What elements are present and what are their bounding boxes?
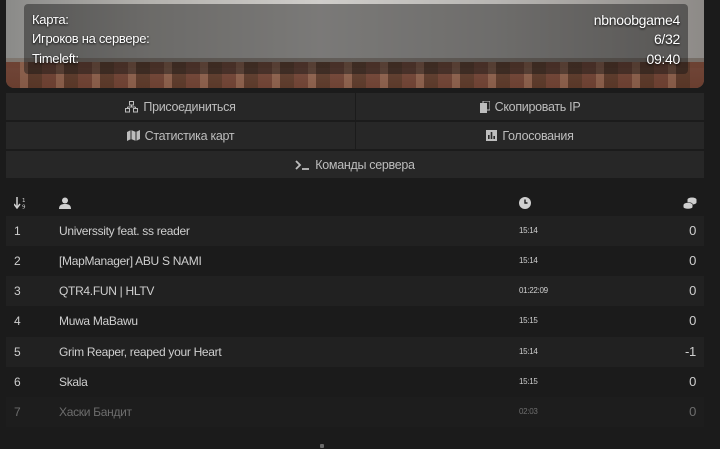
copy-ip-label: Скопировать IP bbox=[494, 99, 581, 114]
player-time: 02:03 bbox=[519, 407, 538, 416]
timeleft-row: Timeleft: 09:40 bbox=[32, 49, 680, 68]
svg-text:9: 9 bbox=[22, 205, 26, 210]
table-row[interactable]: 2 [MapManager] ABU S NAMI 15:14 0 bbox=[6, 246, 704, 276]
player-time: 15:14 bbox=[519, 256, 538, 265]
table-row[interactable]: 4 Muwa MaBawu 15:15 0 bbox=[6, 306, 704, 336]
player-name: Grim Reaper, reaped your Heart bbox=[59, 345, 222, 359]
server-commands-label: Команды сервера bbox=[315, 157, 415, 172]
player-name: Хаски Бандит bbox=[59, 405, 132, 419]
player-score: 0 bbox=[689, 283, 696, 298]
players-label: Игроков на сервере: bbox=[32, 31, 150, 46]
poll-icon bbox=[486, 130, 498, 141]
player-name: Muwa MaBawu bbox=[59, 314, 138, 328]
player-rank: 3 bbox=[14, 284, 21, 298]
player-time: 01:22:09 bbox=[519, 286, 548, 295]
copy-ip-button[interactable]: Скопировать IP bbox=[356, 93, 705, 120]
player-score: 0 bbox=[689, 253, 696, 268]
player-time: 15:15 bbox=[519, 377, 538, 386]
table-row[interactable]: 6 Skala 15:15 0 bbox=[6, 367, 704, 397]
player-rank: 6 bbox=[14, 375, 21, 389]
player-score: 0 bbox=[689, 374, 696, 389]
network-icon bbox=[125, 100, 139, 112]
player-rank: 5 bbox=[14, 345, 21, 359]
player-rank: 7 bbox=[14, 405, 21, 419]
map-banner: Карта: nbnoobgame4 Игроков на сервере: 6… bbox=[6, 0, 704, 88]
player-name: [MapManager] ABU S NAMI bbox=[59, 254, 202, 268]
votes-button[interactable]: Голосования bbox=[356, 122, 705, 149]
player-score: 0 bbox=[689, 404, 696, 419]
table-row[interactable]: 3 QTR4.FUN | HLTV 01:22:09 0 bbox=[6, 276, 704, 306]
user-icon bbox=[59, 196, 71, 214]
svg-text:1: 1 bbox=[22, 198, 26, 204]
player-rank: 1 bbox=[14, 224, 21, 238]
players-value: 6/32 bbox=[653, 30, 680, 47]
votes-label: Голосования bbox=[502, 128, 574, 143]
map-value: nbnoobgame4 bbox=[593, 11, 681, 28]
timeleft-label: Timeleft: bbox=[32, 51, 79, 66]
terminal-icon bbox=[295, 159, 310, 170]
player-name: Skala bbox=[59, 375, 88, 389]
player-score: -1 bbox=[685, 344, 696, 359]
player-score: 0 bbox=[689, 313, 696, 328]
clock-icon bbox=[519, 196, 531, 214]
scroll-indicator bbox=[320, 444, 324, 448]
player-rank: 2 bbox=[14, 254, 21, 268]
server-commands-button[interactable]: Команды сервера bbox=[6, 151, 705, 178]
map-stats-button[interactable]: Статистика карт bbox=[6, 122, 356, 149]
player-rank: 4 bbox=[14, 314, 21, 328]
players-row: Игроков на сервере: 6/32 bbox=[32, 29, 680, 48]
join-button[interactable]: Присоединиться bbox=[6, 93, 356, 120]
table-row[interactable]: 1 Universsity feat. ss reader 15:14 0 bbox=[6, 216, 704, 246]
player-time: 15:14 bbox=[519, 226, 538, 235]
timeleft-value: 09:40 bbox=[646, 50, 680, 67]
player-name: Universsity feat. ss reader bbox=[59, 224, 190, 238]
player-score: 0 bbox=[689, 223, 696, 238]
player-time: 15:15 bbox=[519, 316, 538, 325]
map-row: Карта: nbnoobgame4 bbox=[32, 10, 680, 29]
map-icon bbox=[126, 130, 140, 141]
map-label: Карта: bbox=[32, 12, 69, 27]
player-time: 15:14 bbox=[519, 347, 538, 356]
table-row[interactable]: 5 Grim Reaper, reaped your Heart 15:14 -… bbox=[6, 337, 704, 367]
copy-icon bbox=[479, 100, 490, 113]
table-row[interactable]: 7 Хаски Бандит 02:03 0 bbox=[6, 397, 704, 427]
coins-icon bbox=[683, 196, 697, 214]
players-table-header: 1 9 bbox=[6, 190, 704, 217]
player-name: QTR4.FUN | HLTV bbox=[59, 284, 155, 298]
join-label: Присоединиться bbox=[143, 99, 236, 114]
map-stats-label: Статистика карт bbox=[144, 128, 235, 143]
sort-numeric-icon[interactable]: 1 9 bbox=[13, 196, 28, 214]
